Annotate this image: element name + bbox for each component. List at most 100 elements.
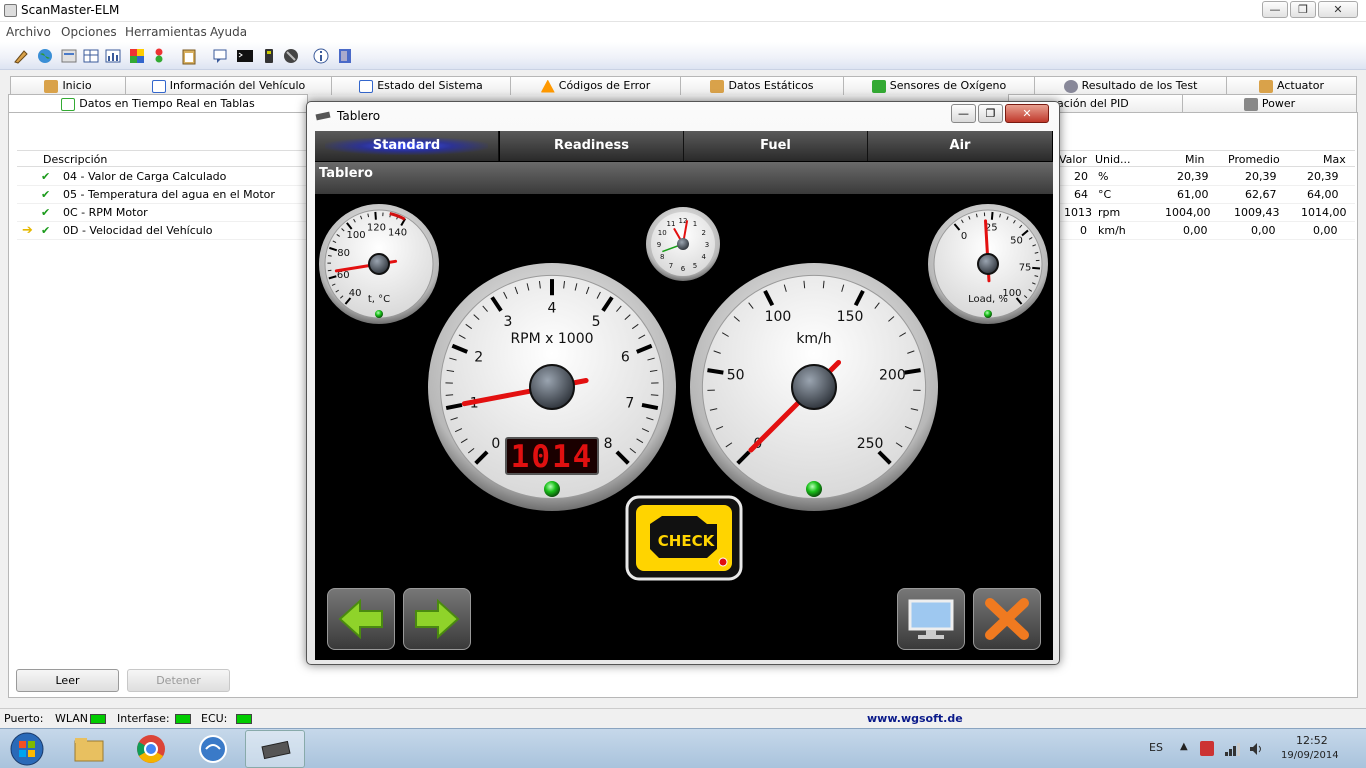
speed-gauge-hub <box>791 364 837 410</box>
previous-button[interactable] <box>327 588 395 650</box>
speed-gauge-tick-label: 100 <box>765 309 792 325</box>
signal-icon[interactable] <box>1224 741 1240 757</box>
read-button[interactable]: Leer <box>16 669 119 692</box>
check-engine-light: CHECK <box>625 495 743 581</box>
info-icon[interactable] <box>312 47 330 65</box>
header-promedio[interactable]: Promedio <box>1228 153 1280 166</box>
menu-bar: Archivo Opciones Herramientas Ayuda <box>0 22 1366 42</box>
temp-gauge-tick-label: 120 <box>367 222 386 233</box>
dialog-minimize-button[interactable]: — <box>951 104 976 123</box>
monitor-button[interactable] <box>897 588 965 650</box>
clock-date[interactable]: 19/09/2014 <box>1281 750 1339 761</box>
battery-icon[interactable] <box>260 47 278 65</box>
rpm-gauge-title: RPM x 1000 <box>510 331 593 347</box>
table-icon[interactable] <box>82 47 100 65</box>
tab-resultado-test[interactable]: Resultado de los Test <box>1034 76 1227 95</box>
close-button[interactable]: ✕ <box>1318 1 1358 18</box>
start-button[interactable] <box>8 731 46 767</box>
close-x-icon <box>985 598 1029 640</box>
globe-icon[interactable] <box>36 47 54 65</box>
dialog-close-button[interactable]: ✕ <box>1005 104 1049 123</box>
settings-icon[interactable] <box>60 47 78 65</box>
scanmaster-task-button[interactable] <box>245 730 305 768</box>
network-app-icon[interactable] <box>196 733 230 765</box>
chrome-icon[interactable] <box>134 733 168 765</box>
rpm-gauge-tick-label: 5 <box>592 314 601 330</box>
speed-gauge-tick-label: 150 <box>837 309 864 325</box>
rpm-gauge-tick-label: 8 <box>604 436 613 452</box>
clock-time[interactable]: 12:52 <box>1296 734 1328 747</box>
flag-icon[interactable] <box>1200 741 1214 756</box>
language-indicator[interactable]: ES <box>1149 741 1163 754</box>
header-descripcion[interactable]: Descripción <box>43 153 107 166</box>
tab-codigos-error[interactable]: Códigos de Error <box>510 76 681 95</box>
speed-gauge-tick-label: 50 <box>727 367 745 383</box>
exit-button[interactable] <box>973 588 1041 650</box>
connect-icon[interactable] <box>12 47 30 65</box>
dialog-title: Tablero <box>337 109 381 123</box>
tab-datos-estaticos[interactable]: Datos Estáticos <box>680 76 844 95</box>
segment-readiness[interactable]: Readiness <box>500 131 684 161</box>
segment-standard[interactable]: Standard <box>315 131 499 161</box>
segment-air[interactable]: Air <box>868 131 1052 161</box>
colors-icon[interactable] <box>128 47 146 65</box>
volume-icon[interactable] <box>1248 741 1264 757</box>
maximize-button[interactable]: ❐ <box>1290 1 1316 18</box>
menu-opciones[interactable]: Opciones <box>61 25 117 39</box>
dialog-maximize-button[interactable]: ❐ <box>978 104 1003 123</box>
check-icon: ✔ <box>41 170 51 183</box>
toolbar <box>0 42 1366 70</box>
tab-informacion-vehiculo[interactable]: Información del Vehículo <box>125 76 332 95</box>
menu-archivo[interactable]: Archivo <box>6 25 51 39</box>
stop-icon[interactable] <box>282 47 300 65</box>
tab-actuator[interactable]: Actuator <box>1226 76 1357 95</box>
traffic-light-icon[interactable] <box>150 47 168 65</box>
next-button[interactable] <box>403 588 471 650</box>
header-min[interactable]: Min <box>1185 153 1205 166</box>
header-max[interactable]: Max <box>1323 153 1346 166</box>
tray-arrow-icon[interactable]: ▲ <box>1180 741 1188 752</box>
load-gauge-tick-label: 50 <box>1010 236 1023 247</box>
speed-gauge-major-tick <box>904 368 921 375</box>
chat-icon[interactable] <box>212 47 230 65</box>
temp-gauge-tick-label: 140 <box>388 227 407 238</box>
taskbar: ES ▲ 12:52 19/09/2014 <box>0 728 1366 768</box>
speed-gauge-major-tick <box>707 368 724 375</box>
terminal-icon[interactable] <box>236 47 254 65</box>
stop-button[interactable]: Detener <box>127 669 230 692</box>
book-icon[interactable] <box>336 47 354 65</box>
temp-gauge-led <box>375 310 383 318</box>
load-gauge: 0255075100Load, % <box>928 204 1048 324</box>
menu-herramientas[interactable]: Herramientas <box>125 25 207 39</box>
tab-inicio[interactable]: Inicio <box>10 76 126 95</box>
temp-gauge-tick-label: 100 <box>347 230 366 241</box>
tab-sensores-oxigeno[interactable]: Sensores de Oxígeno <box>843 76 1035 95</box>
clipboard-icon[interactable] <box>180 47 198 65</box>
tab-power[interactable]: Power <box>1182 94 1357 113</box>
load-gauge-led <box>984 310 992 318</box>
segment-fuel[interactable]: Fuel <box>684 131 868 161</box>
minimize-button[interactable]: — <box>1262 1 1288 18</box>
rpm-gauge-minor-tick <box>445 394 454 396</box>
rpm-gauge-hub <box>529 364 575 410</box>
check-icon: ✔ <box>41 224 51 237</box>
menu-ayuda[interactable]: Ayuda <box>210 25 247 39</box>
window-title: ScanMaster-ELM <box>21 3 120 17</box>
window-titlebar: ScanMaster-ELM — ❐ ✕ <box>0 0 1366 22</box>
wlan-label: WLAN <box>55 712 89 725</box>
rpm-gauge-tick-label: 7 <box>625 395 634 411</box>
chart-icon[interactable] <box>104 47 122 65</box>
dashboard-area: Standard Readiness Fuel Air Tablero 40 60… <box>315 131 1053 660</box>
header-unidad[interactable]: Unid... <box>1095 153 1131 166</box>
clock-hour-label: 1 <box>693 220 697 228</box>
folder-icon[interactable] <box>72 733 106 765</box>
clock-hour-label: 3 <box>705 241 709 249</box>
chip-icon <box>261 740 291 760</box>
tab-estado-sistema[interactable]: Estado del Sistema <box>331 76 511 95</box>
tab-datos-tiempo-real-tablas[interactable]: Datos en Tiempo Real en Tablas <box>8 94 308 114</box>
table-icon <box>61 97 76 111</box>
website-link[interactable]: www.wgsoft.de <box>867 712 963 725</box>
rpm-gauge-minor-tick <box>650 394 659 396</box>
rpm-digital-display: 1014 <box>505 437 599 475</box>
header-valor[interactable]: Valor <box>1059 153 1087 166</box>
